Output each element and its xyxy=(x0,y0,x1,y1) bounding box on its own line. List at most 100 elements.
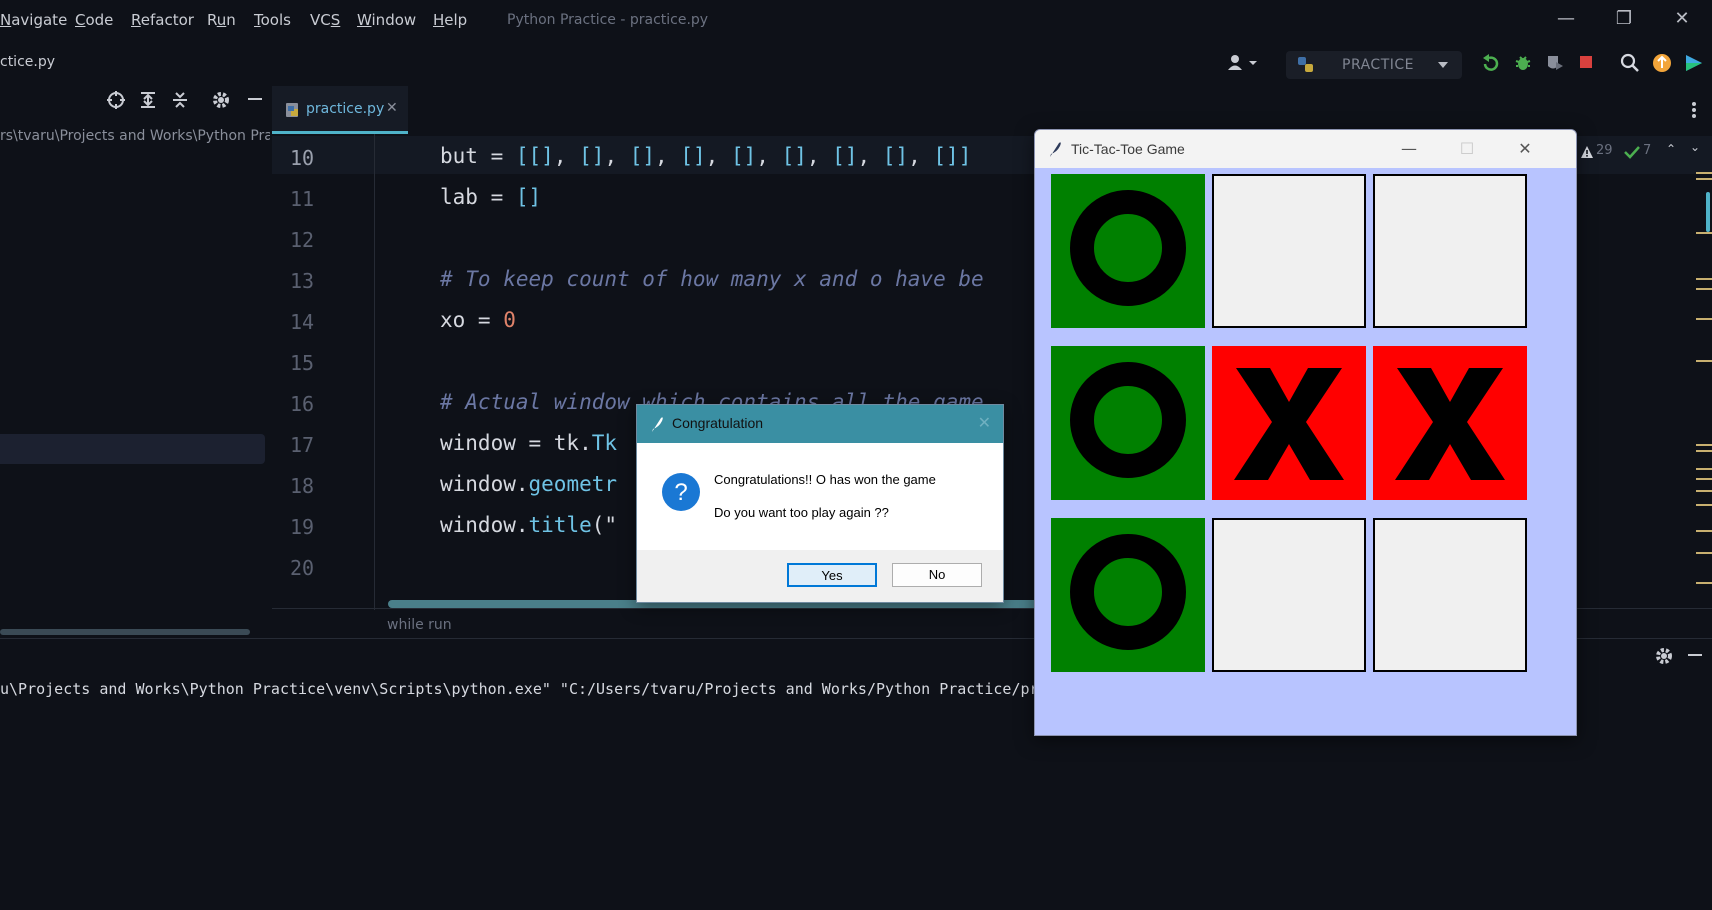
warning-icon xyxy=(1580,144,1594,163)
board-cell[interactable] xyxy=(1212,346,1366,500)
chevron-down-icon xyxy=(1436,57,1456,77)
stripe-marker[interactable] xyxy=(1696,468,1712,470)
line-number: 15 xyxy=(290,351,315,375)
minimize-button[interactable]: — xyxy=(1389,136,1429,162)
main-toolbar: ctice.py PRACTICE xyxy=(0,40,1712,86)
run-with-coverage-icon[interactable] xyxy=(1545,53,1565,73)
code-breadcrumb[interactable]: while run xyxy=(387,617,452,633)
tab-practice-py[interactable]: practice.py ✕ xyxy=(272,86,408,134)
close-button[interactable]: ✕ xyxy=(1662,6,1702,32)
board-cell[interactable] xyxy=(1212,518,1366,672)
close-icon[interactable]: ✕ xyxy=(386,100,398,116)
warning-count: 29 xyxy=(1596,143,1613,158)
hide-panel-icon[interactable] xyxy=(246,90,266,110)
stripe-marker[interactable] xyxy=(1696,172,1712,174)
x-mark-icon xyxy=(1234,368,1344,480)
board-cell[interactable] xyxy=(1373,346,1527,500)
collapse-all-icon[interactable] xyxy=(170,90,190,110)
line-number: 11 xyxy=(290,187,315,211)
stripe-marker[interactable] xyxy=(1696,490,1712,492)
window-title: Python Practice - practice.py xyxy=(507,12,709,28)
line-number: 14 xyxy=(290,310,315,334)
stripe-marker[interactable] xyxy=(1696,450,1712,452)
board-cell[interactable] xyxy=(1051,346,1205,500)
debug-icon[interactable] xyxy=(1513,53,1533,73)
stop-icon[interactable] xyxy=(1578,54,1598,74)
check-count: 7 xyxy=(1643,143,1652,158)
dialog-message-line2: Do you want too play again ?? xyxy=(714,505,889,520)
maximize-button[interactable]: ☐ xyxy=(1447,136,1487,162)
gear-icon[interactable] xyxy=(1654,646,1674,670)
hide-panel-icon[interactable] xyxy=(1686,646,1704,668)
menu-tools[interactable]: Tools xyxy=(254,11,291,29)
close-icon[interactable]: ✕ xyxy=(978,413,991,432)
stripe-marker[interactable] xyxy=(1696,444,1712,446)
line-number: 18 xyxy=(290,474,315,498)
stripe-marker[interactable] xyxy=(1696,318,1712,320)
board-cell[interactable] xyxy=(1051,174,1205,328)
rerun-icon[interactable] xyxy=(1481,53,1501,73)
python-icon xyxy=(1296,55,1316,75)
more-options-icon[interactable] xyxy=(1690,100,1710,120)
update-available-icon[interactable] xyxy=(1652,53,1672,73)
chevron-down-icon[interactable]: ⌄ xyxy=(1690,140,1700,154)
menu-refactor[interactable]: Refactor xyxy=(131,11,194,29)
code-line: lab = [] xyxy=(440,185,542,209)
project-tree-selected-row[interactable] xyxy=(0,434,265,464)
game-window-titlebar[interactable]: Tic-Tac-Toe Game — ☐ ✕ xyxy=(1035,130,1576,168)
expand-all-icon[interactable] xyxy=(138,90,158,110)
code-line: xo = 0 xyxy=(440,308,516,332)
stripe-marker[interactable] xyxy=(1696,278,1712,280)
menu-vcs[interactable]: VCS xyxy=(310,11,340,29)
code-line: window = tk.Tk xyxy=(440,431,618,455)
board-cell[interactable] xyxy=(1212,174,1366,328)
stripe-marker[interactable] xyxy=(1696,232,1712,234)
o-mark-icon xyxy=(1070,534,1186,650)
line-number: 10 xyxy=(290,146,315,170)
yes-button[interactable]: Yes xyxy=(787,563,877,587)
menu-run[interactable]: Run xyxy=(207,11,236,29)
line-number-gutter: 10 11 12 13 14 15 16 17 18 19 20 xyxy=(272,134,374,610)
stripe-marker[interactable] xyxy=(1696,478,1712,480)
board-cell[interactable] xyxy=(1051,518,1205,672)
inspection-widget[interactable]: 29 7 ⌃ ⌄ xyxy=(1580,140,1712,164)
locate-file-icon[interactable] xyxy=(106,90,126,110)
project-root-path[interactable]: rs\tvaru\Projects and Works\Python Pract… xyxy=(0,128,270,144)
gear-icon[interactable] xyxy=(211,90,231,110)
scrollbar-thumb[interactable] xyxy=(1706,192,1710,232)
stripe-marker[interactable] xyxy=(1696,360,1712,362)
tab-label: practice.py xyxy=(306,101,385,117)
chevron-up-icon[interactable]: ⌃ xyxy=(1666,142,1676,156)
menu-window[interactable]: Window xyxy=(357,11,416,29)
game-window-title: Tic-Tac-Toe Game xyxy=(1071,141,1185,157)
o-mark-icon xyxy=(1070,362,1186,478)
menu-bar: Navigate Code Refactor Run Tools VCS Win… xyxy=(0,0,1712,40)
board-cell[interactable] xyxy=(1373,518,1527,672)
navigation-breadcrumb-file[interactable]: ctice.py xyxy=(0,54,55,70)
restore-button[interactable]: ❐ xyxy=(1604,6,1644,32)
close-button[interactable]: ✕ xyxy=(1505,136,1545,162)
dialog-title: Congratulation xyxy=(672,415,764,431)
jetbrains-toolbox-icon[interactable] xyxy=(1684,53,1704,73)
minimize-button[interactable]: — xyxy=(1546,6,1586,32)
user-account-icon[interactable] xyxy=(1227,53,1257,73)
search-icon[interactable] xyxy=(1620,53,1640,73)
menu-navigate[interactable]: Navigate xyxy=(0,11,67,29)
run-configuration-selector[interactable]: PRACTICE xyxy=(1286,51,1462,79)
console-output-line: u\Projects and Works\Python Practice\ven… xyxy=(0,680,1039,698)
stripe-marker[interactable] xyxy=(1696,530,1712,532)
stripe-marker[interactable] xyxy=(1696,504,1712,506)
line-number: 17 xyxy=(290,433,315,457)
no-button[interactable]: No xyxy=(892,563,982,587)
editor-tab-bar: practice.py ✕ xyxy=(272,86,1712,134)
code-line: window.geometr xyxy=(440,472,618,496)
menu-code[interactable]: Code xyxy=(75,11,113,29)
stripe-marker[interactable] xyxy=(1696,178,1712,180)
dialog-titlebar[interactable]: Congratulation ✕ xyxy=(637,405,1003,443)
stripe-marker[interactable] xyxy=(1696,582,1712,584)
menu-help[interactable]: Help xyxy=(433,11,467,29)
stripe-marker[interactable] xyxy=(1696,288,1712,290)
board-cell[interactable] xyxy=(1373,174,1527,328)
stripe-marker[interactable] xyxy=(1696,552,1712,554)
project-horizontal-scrollbar[interactable] xyxy=(0,629,250,635)
